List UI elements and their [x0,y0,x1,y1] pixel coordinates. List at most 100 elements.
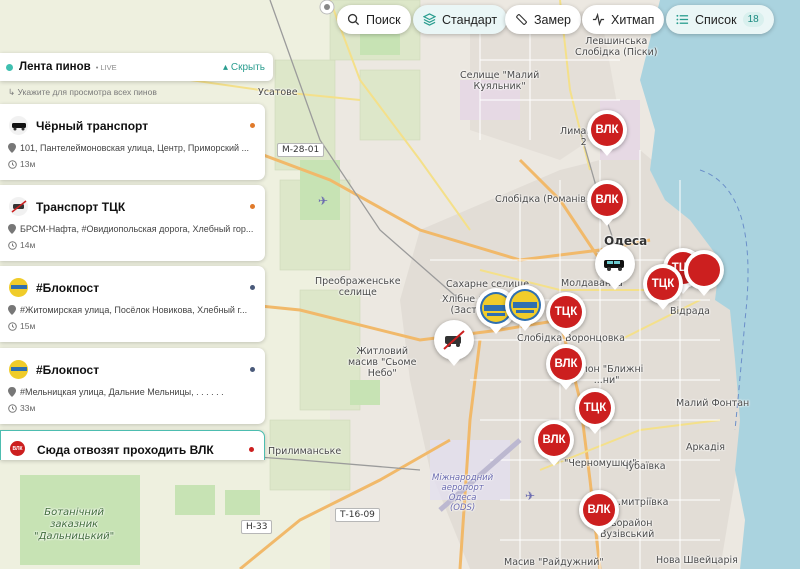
status-dot [250,123,255,128]
map-label-malyi-fontan: Малий Фонтан [676,398,750,409]
map-label-ustatove: Усатове [258,87,298,98]
heatmap-button-label: Хитмап [611,12,655,27]
search-button[interactable]: Поиск [337,5,411,34]
pin-marker-tck-transport[interactable] [434,320,474,366]
live-indicator-dot [6,63,13,71]
pin-marker-partial[interactable] [684,250,724,296]
status-dot [250,285,255,290]
pin-marker-blockpost[interactable] [505,285,545,331]
road-shield-t1609: Т-16-09 [335,508,380,522]
card-address: #Мельницкая улица, Дальние Мельницы, . .… [8,387,258,397]
pin-marker-tck[interactable]: ТЦК [575,388,615,434]
feed-card-blockpost[interactable]: #Блокпост #Житомирская улица, Посёлок Но… [0,266,265,342]
pin-marker-vlk[interactable]: ВЛК [587,180,627,226]
pin-marker-tck[interactable]: ТЦК [643,264,683,310]
blockpost-icon [9,278,28,297]
map-label-nova-shveitsariia: Нова Швейцарія [656,555,738,566]
search-icon [347,13,360,26]
map-label-raidyzhnyi: Масив "Райдужний" [504,557,604,568]
measure-button-label: Замер [534,12,571,27]
list-count-badge: 18 [742,12,764,27]
list-button[interactable]: Список 18 [666,5,774,34]
road-shield-m2801: М-28-01 [277,143,325,157]
blockpost-icon [509,289,541,321]
map-label-dmytrivka: ...митріївка [612,497,669,508]
pin-marker-vlk[interactable]: ВЛК [534,420,574,466]
svg-text:✈: ✈ [318,194,328,208]
card-time: 14м [8,240,35,250]
map-label-botanichnyi: Ботанічний заказник "Дальницький" [34,507,115,542]
list-icon [676,14,689,25]
search-button-label: Поиск [366,12,401,27]
card-title: #Блокпост [36,363,100,377]
pulse-icon [592,13,605,26]
road-shield-h33: Н-33 [241,520,273,534]
svg-text:✈: ✈ [525,489,535,503]
hide-feed-button[interactable]: ▴ Скрыть [223,62,265,73]
list-button-label: Список [695,12,737,27]
card-time: 15м [8,321,35,331]
no-transport-icon [9,197,28,216]
clock-icon [8,403,17,413]
card-time: 13м [8,159,35,169]
live-label: • LIVE [95,62,117,72]
map-label-airport: Міжнародний аеропорт Одеса (ODS) [432,473,494,513]
map-label-arkadiia: Аркадія [686,442,726,453]
vlk-icon: ВЛК [10,441,25,456]
map-label-levshinka: Левшинська Слобідка (Піски) [575,36,658,58]
feed-card-vlk[interactable]: ВЛК Сюда отвозят проходить ВЛК [0,430,265,460]
layers-icon [423,13,436,26]
feed-card-tck-transport[interactable]: Транспорт ТЦК БРСМ-Нафта, #Овидиопольска… [0,185,265,261]
pin-label: ВЛК [591,184,623,216]
map-label-maly-kuyalnyk: Селище "Малий Куяльник" [460,70,540,92]
pin-label: ВЛК [583,494,615,526]
no-transport-icon [438,324,470,356]
pin-label: ВЛК [550,348,582,380]
pin-label: ТЦК [550,296,582,328]
standard-layer-button[interactable]: Стандарт [413,5,508,34]
status-dot [249,447,254,452]
map-label-zhytlovyi: Житловий масив "Сьоме Небо" [348,346,417,379]
car-icon [599,248,631,280]
car-icon [9,116,28,135]
card-time: 33м [8,403,35,413]
standard-layer-label: Стандарт [442,12,498,27]
map-label-vidrada: Відрада [670,306,710,317]
feed-title: Лента пинов [19,61,91,73]
status-dot [250,367,255,372]
pin-label: ТЦК [579,392,611,424]
pin-label: ТЦК [647,268,679,300]
map-poi-icon [318,0,336,16]
card-address: БРСМ-Нафта, #Овидиопольская дорога, Хлеб… [8,224,258,234]
pin-feed-header: Лента пинов • LIVE ▴ Скрыть [0,53,273,81]
pin-marker-vlk[interactable]: ВЛК [587,110,627,156]
pin-marker-vlk[interactable]: ВЛК [546,344,586,390]
card-title: #Блокпост [36,281,100,295]
map-label-preobrazhenske: Преображенське селище [315,276,401,298]
location-pin-icon [8,387,16,397]
card-title: Сюда отвозят проходить ВЛК [37,443,214,457]
location-pin-icon [8,224,16,234]
card-title: Чёрный транспорт [36,119,149,133]
pin-label: ВЛК [538,424,570,456]
heatmap-button[interactable]: Хитмап [582,5,665,34]
pin-marker-vlk[interactable]: ВЛК [579,490,619,536]
pin-marker-tck[interactable]: ТЦК [546,292,586,338]
clock-icon [8,321,17,331]
card-address: #Житомирская улица, Посёлок Новикова, Хл… [8,305,258,315]
blockpost-icon [9,360,28,379]
feed-card-black-transport[interactable]: Чёрный транспорт 101, Пантелеймоновская … [0,104,265,180]
location-pin-icon [8,305,16,315]
feed-hint: ↳ Укажите для просмотра всех пинов [8,87,157,97]
measure-button[interactable]: Замер [505,5,581,34]
feed-card-blockpost[interactable]: #Блокпост #Мельницкая улица, Дальние Мел… [0,348,265,424]
map-label-slobidka: Слобідка (Романів... [495,194,595,205]
status-dot [250,204,255,209]
ruler-icon [516,14,527,25]
map-label-chubaivka: Чубаївка [622,461,666,472]
card-title: Транспорт ТЦК [36,200,126,214]
pin-marker-black-transport[interactable] [595,244,635,290]
card-address: 101, Пантелеймоновская улица, Центр, При… [8,143,258,153]
pin-label: ВЛК [591,114,623,146]
clock-icon [8,159,17,169]
